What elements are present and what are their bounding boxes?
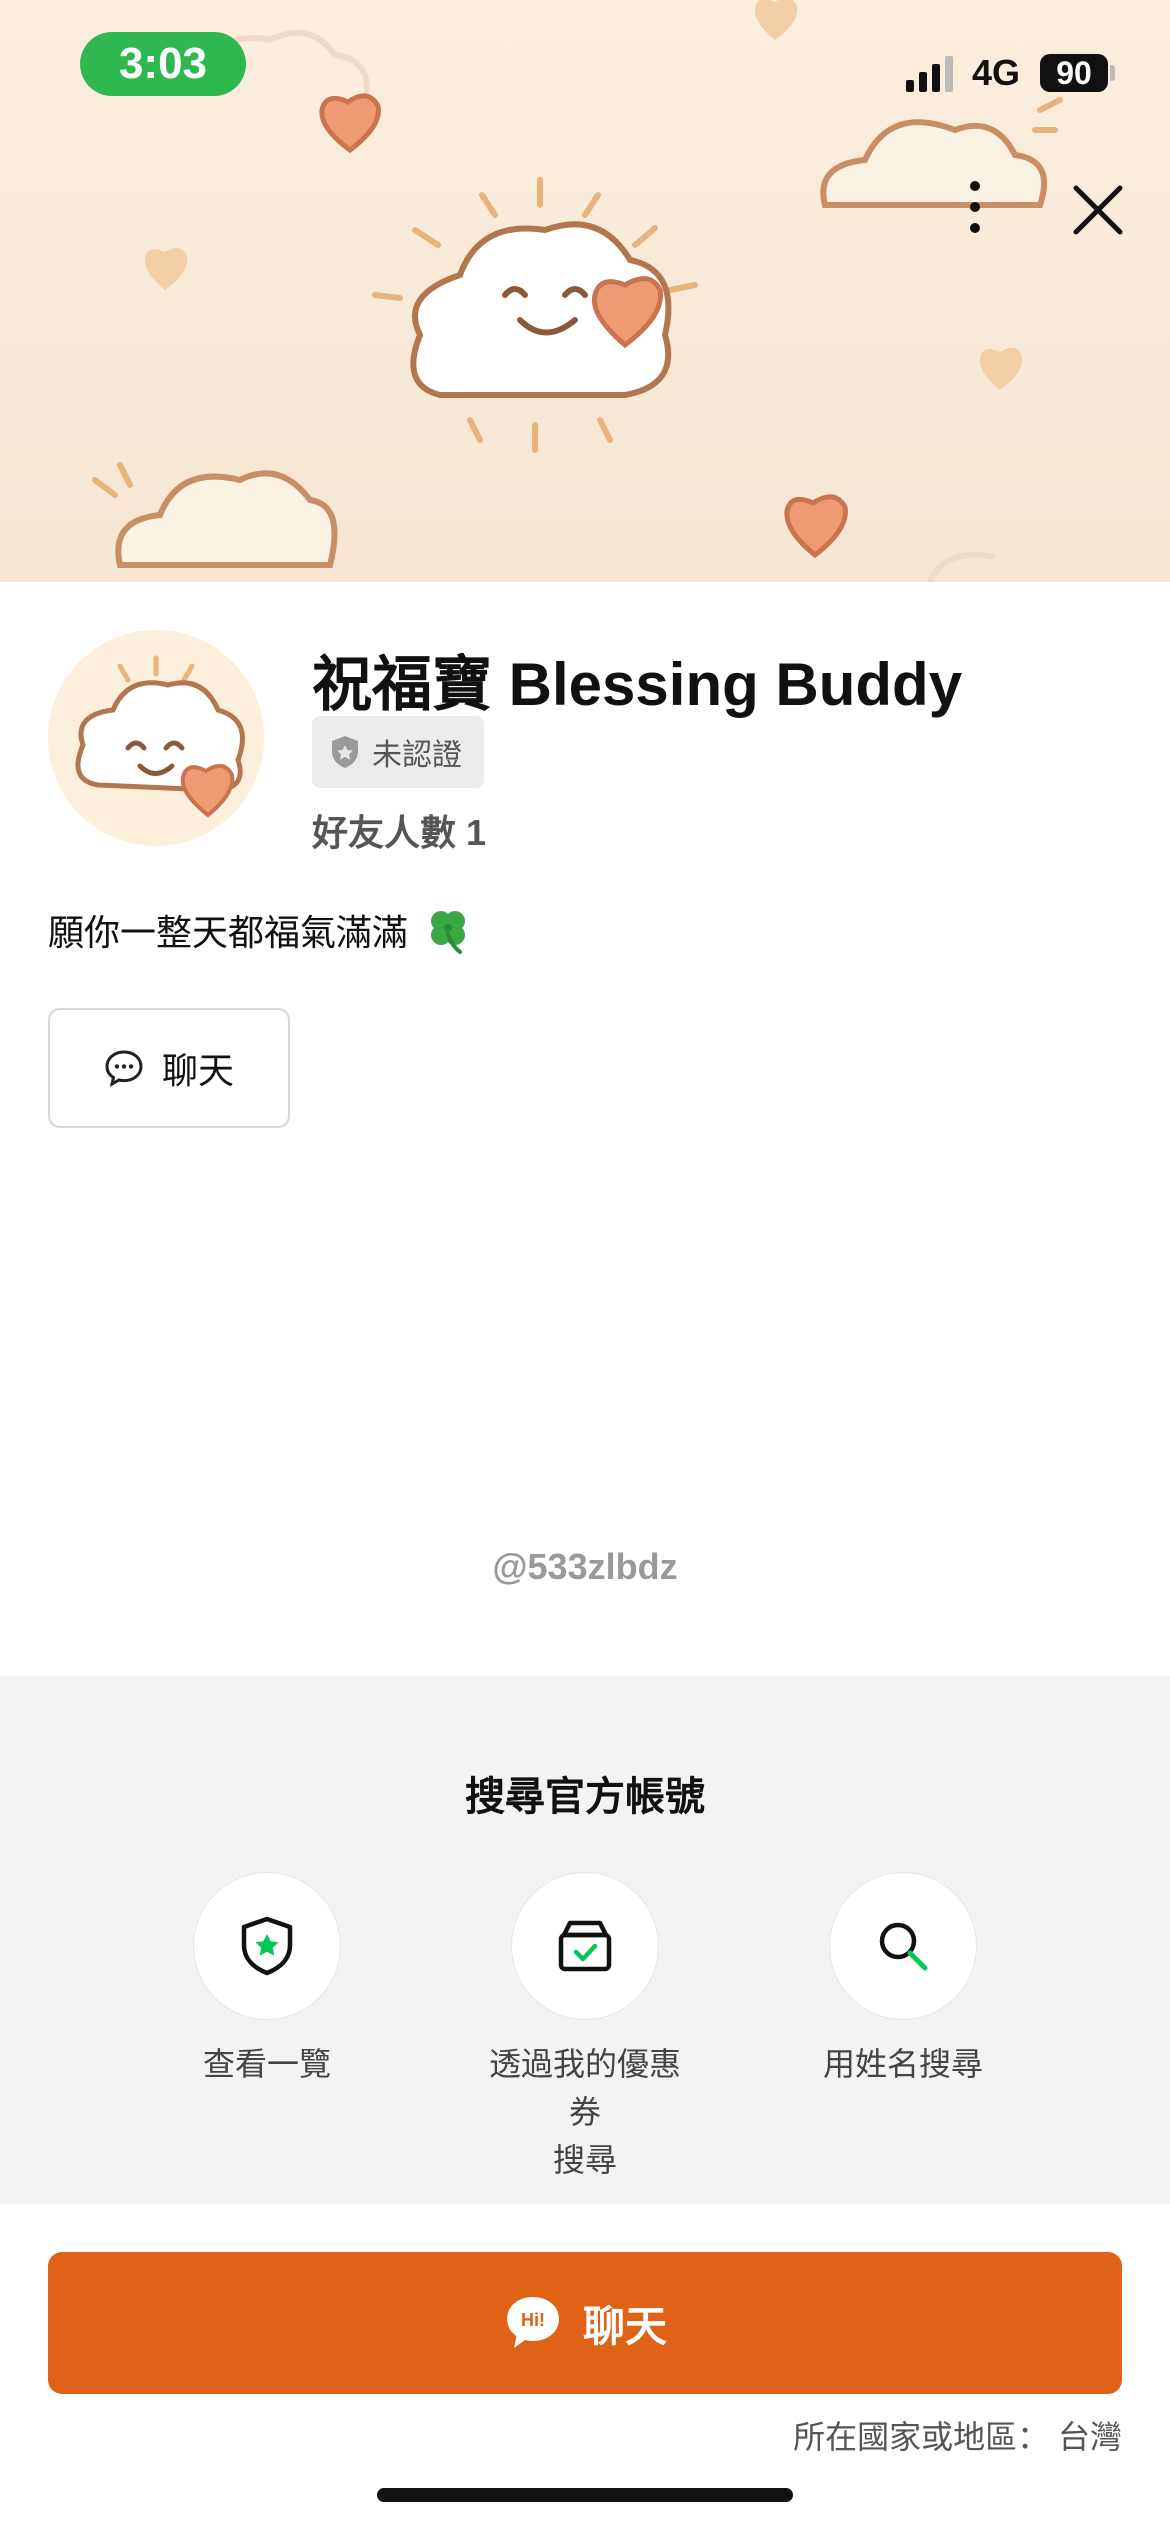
vertical-ellipsis-icon[interactable]: [950, 172, 1000, 242]
cellular-signal-icon: [906, 56, 953, 92]
account-id: @533zlbdz: [492, 1546, 678, 1587]
hi-chat-icon: Hi!: [506, 2297, 559, 2348]
close-icon[interactable]: [1068, 180, 1128, 240]
status-message: 願你一整天都福氣滿滿: [48, 904, 474, 956]
search-by-coupon-label: 透過我的優惠 券 搜尋: [435, 2040, 735, 2184]
chat-button-primary[interactable]: Hi! 聊天: [48, 2252, 1122, 2394]
chat-button-primary-label: 聊天: [582, 2302, 667, 2350]
status-message-text: 願你一整天都福氣滿滿: [48, 912, 409, 953]
search-official-accounts-section: 搜尋官方帳號 查看一覽 透過我的優惠 券 搜尋 用姓名搜尋: [0, 1676, 1170, 2204]
chat-button-label: 聊天: [161, 1050, 234, 1091]
shield-star-icon: [241, 1916, 293, 1976]
search-by-coupon-button[interactable]: 透過我的優惠 券 搜尋: [435, 1872, 735, 2184]
network-type: 4G: [972, 52, 1021, 93]
chat-bubble-icon: [105, 1050, 143, 1088]
profile-name: 祝福寶 Blessing Buddy: [312, 651, 963, 718]
clock: 3:03: [80, 32, 246, 96]
chat-button-secondary[interactable]: 聊天: [48, 1008, 290, 1128]
browse-list-label: 查看一覽: [202, 2046, 331, 2082]
status-bar: 3:03 4G 90: [0, 0, 1170, 140]
search-by-name-button[interactable]: 用姓名搜尋: [753, 1872, 1053, 2088]
search-section-heading: 搜尋官方帳號: [465, 1775, 705, 1819]
battery-level: 90: [1040, 54, 1108, 92]
browse-list-circle[interactable]: [193, 1872, 341, 2020]
search-icon: [879, 1922, 928, 1971]
search-by-name-label: 用姓名搜尋: [822, 2046, 983, 2082]
search-by-coupon-circle[interactable]: [511, 1872, 659, 2020]
search-by-coupon-label-line-1: 透過我的優惠: [488, 2046, 681, 2082]
search-by-name-circle[interactable]: [829, 1872, 977, 2020]
friends-count: 好友人數 1: [312, 812, 487, 853]
verification-label: 未認證: [372, 739, 462, 772]
region-label: 所在國家或地區： 台灣: [793, 2419, 1122, 2455]
search-by-coupon-label-line-2: 券: [568, 2094, 601, 2130]
svg-text:Hi!: Hi!: [521, 2310, 545, 2330]
cloud-avatar-icon: [75, 655, 245, 818]
browse-list-button[interactable]: 查看一覽: [117, 1872, 417, 2088]
coupon-box-icon: [558, 1920, 612, 1972]
shield-icon: [332, 736, 358, 768]
avatar[interactable]: [48, 630, 264, 846]
clover-icon: [431, 911, 466, 954]
battery-tip: [1110, 65, 1115, 81]
search-by-coupon-label-line-3: 搜尋: [552, 2142, 617, 2178]
home-indicator[interactable]: [377, 2488, 793, 2502]
verification-badge[interactable]: 未認證: [312, 716, 484, 788]
